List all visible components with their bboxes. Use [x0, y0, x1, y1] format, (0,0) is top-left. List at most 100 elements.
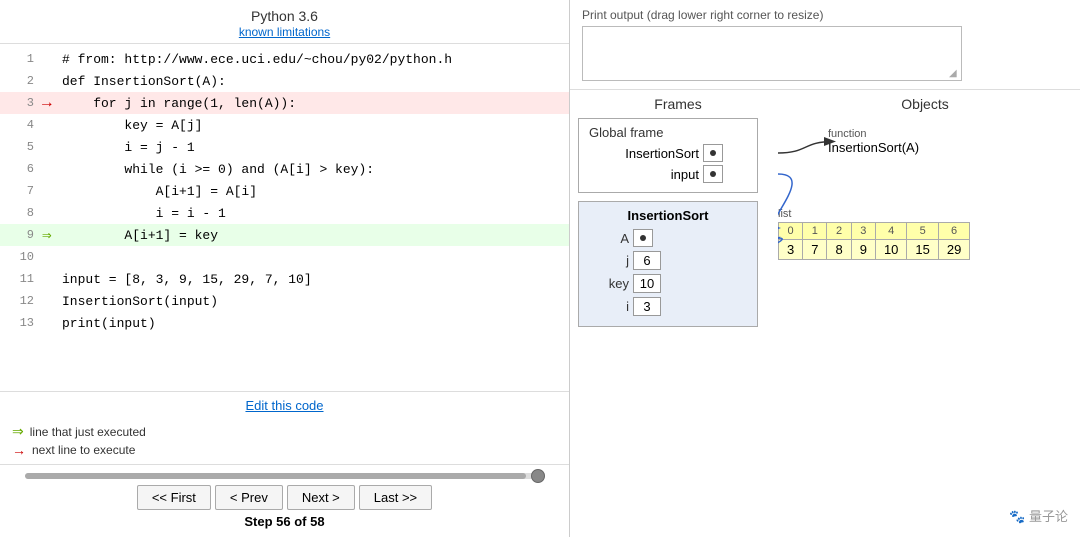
list-value-0: 3	[779, 240, 803, 260]
line-num-7: 7	[4, 184, 34, 198]
is-row-key-label: key	[589, 276, 629, 291]
code-text-11: input = [8, 3, 9, 15, 29, 7, 10]	[62, 272, 312, 287]
list-table: 0123456 3789101529	[778, 222, 970, 260]
slider-thumb[interactable]	[531, 469, 545, 483]
code-line-13: 13 print(input)	[0, 312, 569, 334]
list-index-3: 3	[851, 223, 875, 240]
objects-header: Objects	[778, 96, 1072, 112]
is-row-j: j 6	[589, 251, 747, 270]
line-num-6: 6	[4, 162, 34, 176]
list-value-6: 29	[938, 240, 969, 260]
resize-handle-icon[interactable]: ◢	[949, 68, 959, 78]
legend-green-arrow-icon: ⇒	[12, 423, 24, 440]
list-obj-box: list 0123456 3789101529	[778, 208, 970, 260]
line-num-10: 10	[4, 250, 34, 264]
is-row-j-value: 6	[633, 251, 661, 270]
insertion-sort-frame-title: InsertionSort	[589, 208, 747, 223]
known-limitations-link[interactable]: known limitations	[239, 25, 330, 39]
right-panel: Print output (drag lower right corner to…	[570, 0, 1080, 537]
code-line-5: 5 i = j - 1	[0, 136, 569, 158]
prev-button[interactable]: < Prev	[215, 485, 283, 510]
slider-track[interactable]	[25, 473, 545, 479]
code-text-1: # from: http://www.ece.uci.edu/~chou/py0…	[62, 52, 452, 67]
edit-this-code-link[interactable]: Edit this code	[245, 398, 323, 413]
is-row-i-label: i	[589, 299, 629, 314]
arrows-svg	[778, 118, 1072, 537]
frames-objects-area: Frames Objects Global frame InsertionSor…	[570, 90, 1080, 537]
list-value-3: 9	[851, 240, 875, 260]
global-frame-box: Global frame InsertionSort input	[578, 118, 758, 193]
code-text-5: i = j - 1	[62, 140, 195, 155]
watermark-text: 量子论	[1029, 509, 1068, 524]
is-row-i-value: 3	[633, 297, 661, 316]
last-button[interactable]: Last >>	[359, 485, 432, 510]
line-num-9: 9	[4, 228, 34, 242]
code-line-6: 6 while (i >= 0) and (A[i] > key):	[0, 158, 569, 180]
frames-col: Global frame InsertionSort input	[578, 118, 778, 537]
line-arrow-9: ⇒	[42, 225, 62, 245]
is-row-key: key 10	[589, 274, 747, 293]
line-num-2: 2	[4, 74, 34, 88]
line-num-3: 3	[4, 96, 34, 110]
global-frame-input-label: input	[589, 167, 699, 182]
step-slider-container	[25, 473, 545, 479]
print-output-box[interactable]: ◢	[582, 26, 962, 81]
global-frame-insertionsort-dot-box	[703, 144, 723, 162]
list-value-4: 10	[875, 240, 906, 260]
function-type-label: function	[828, 128, 919, 140]
list-index-0: 0	[779, 223, 803, 240]
code-line-10: 10	[0, 246, 569, 268]
slider-fill	[25, 473, 527, 479]
global-frame-row-input: input	[589, 165, 747, 183]
global-frame-row-insertionsort: InsertionSort	[589, 144, 747, 162]
code-line-2: 2def InsertionSort(A):	[0, 70, 569, 92]
nav-area: << First < Prev Next > Last >> Step 56 o…	[0, 464, 569, 537]
print-output-label: Print output (drag lower right corner to…	[582, 8, 1068, 22]
edit-link-area: Edit this code	[0, 391, 569, 419]
is-row-a-label: A	[589, 231, 629, 246]
global-frame-insertionsort-label: InsertionSort	[589, 146, 699, 161]
global-frame-input-dot	[710, 171, 716, 177]
line-arrow-3: →	[42, 94, 62, 112]
print-output-area: Print output (drag lower right corner to…	[570, 0, 1080, 90]
step-info: Step 56 of 58	[244, 514, 324, 529]
function-name: InsertionSort(A)	[828, 140, 919, 155]
is-row-a: A	[589, 229, 747, 247]
frames-header: Frames	[578, 96, 778, 112]
list-type-label: list	[778, 208, 970, 220]
code-line-12: 12InsertionSort(input)	[0, 290, 569, 312]
code-text-9: A[i+1] = key	[62, 228, 218, 243]
is-row-a-dot-box	[633, 229, 653, 247]
line-num-11: 11	[4, 272, 34, 286]
code-text-6: while (i >= 0) and (A[i] > key):	[62, 162, 374, 177]
code-line-1: 1 # from: http://www.ece.uci.edu/~chou/py…	[0, 48, 569, 70]
python-version-title: Python 3.6	[0, 8, 569, 24]
global-frame-input-dot-box	[703, 165, 723, 183]
code-line-7: 7 A[i+1] = A[i]	[0, 180, 569, 202]
list-index-4: 4	[875, 223, 906, 240]
first-button[interactable]: << First	[137, 485, 211, 510]
code-text-13: print(input)	[62, 316, 156, 331]
code-area: 1 # from: http://www.ece.uci.edu/~chou/py…	[0, 44, 569, 391]
line-num-13: 13	[4, 316, 34, 330]
list-index-6: 6	[938, 223, 969, 240]
code-text-4: key = A[j]	[62, 118, 202, 133]
list-index-1: 1	[803, 223, 827, 240]
code-line-11: 11 input = [8, 3, 9, 15, 29, 7, 10]	[0, 268, 569, 290]
legend-green-text: line that just executed	[30, 425, 146, 439]
list-index-5: 5	[907, 223, 938, 240]
list-value-2: 8	[827, 240, 851, 260]
legend-red-arrow-icon: →	[12, 442, 26, 458]
is-row-key-value: 10	[633, 274, 661, 293]
line-num-1: 1	[4, 52, 34, 66]
objects-col: function InsertionSort(A) list 0123456 3…	[778, 118, 1072, 537]
line-num-12: 12	[4, 294, 34, 308]
is-row-j-label: j	[589, 253, 629, 268]
code-line-8: 8 i = i - 1	[0, 202, 569, 224]
code-line-4: 4 key = A[j]	[0, 114, 569, 136]
left-panel: Python 3.6 known limitations 1 # from: ht…	[0, 0, 570, 537]
global-frame-insertionsort-dot	[710, 150, 716, 156]
code-line-3: 3→ for j in range(1, len(A)):	[0, 92, 569, 114]
python-header: Python 3.6 known limitations	[0, 0, 569, 44]
next-button[interactable]: Next >	[287, 485, 355, 510]
